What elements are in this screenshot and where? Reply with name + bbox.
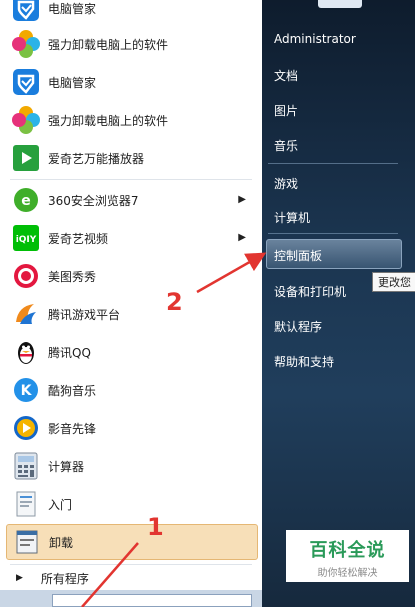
- watermark-subtitle: 助你轻松解决: [317, 568, 378, 579]
- watermark-badge: 百科全说 助你轻松解决: [286, 530, 409, 582]
- annotation-arrows: [81, 252, 267, 607]
- arrow-to-start-button: [81, 542, 139, 607]
- arrow-to-control-panel: [196, 252, 267, 294]
- watermark-title: 百科全说: [309, 540, 386, 561]
- step-number-1: 1: [147, 513, 164, 541]
- step-number-2: 2: [166, 288, 183, 316]
